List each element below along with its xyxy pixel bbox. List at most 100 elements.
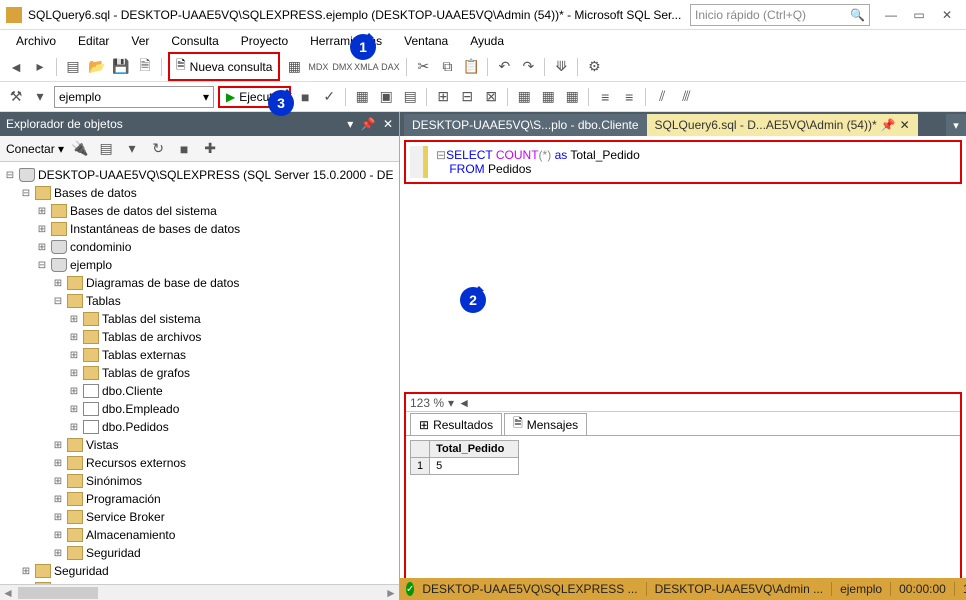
t4-icon[interactable]: ▦ xyxy=(514,87,534,107)
dax-icon[interactable]: DAX xyxy=(380,57,400,77)
redo-icon[interactable]: ↷ xyxy=(518,57,538,77)
save-all-icon[interactable]: 🗎 xyxy=(135,57,155,77)
tree-extres[interactable]: ⊞Recursos externos xyxy=(0,454,399,472)
tree-security-db[interactable]: ⊞Seguridad xyxy=(0,544,399,562)
tree-db-condominio[interactable]: ⊞condominio xyxy=(0,238,399,256)
comment-icon[interactable]: ⫽ xyxy=(652,87,672,107)
result-cell[interactable]: 5 xyxy=(430,458,519,475)
tree-table-pedidos[interactable]: ⊞dbo.Pedidos xyxy=(0,418,399,436)
close-panel-icon[interactable]: ✕ xyxy=(383,117,393,131)
dmx-icon[interactable]: DMX xyxy=(332,57,352,77)
tree-snapshots[interactable]: ⊞Instantáneas de bases de datos xyxy=(0,220,399,238)
nueva-consulta-button[interactable]: 🗎 Nueva consulta xyxy=(168,52,280,81)
new-icon[interactable]: ▤ xyxy=(63,57,83,77)
tree-storage[interactable]: ⊞Almacenamiento xyxy=(0,526,399,544)
tree-tables[interactable]: ⊟Tablas xyxy=(0,292,399,310)
mdx-icon[interactable]: MDX xyxy=(308,57,328,77)
tree-databases[interactable]: ⊟Bases de datos xyxy=(0,184,399,202)
sql-code[interactable]: ⊟SELECT COUNT(*) as Total_Pedido FROM Pe… xyxy=(428,146,648,178)
sync-icon[interactable]: ↻ xyxy=(148,139,168,159)
tree-servicebroker[interactable]: ⊞Service Broker xyxy=(0,508,399,526)
zoom-indicator[interactable]: 123 % ▾ ◄ xyxy=(406,394,960,412)
connection-icon[interactable]: ▾ xyxy=(30,87,50,107)
scroll-thumb[interactable] xyxy=(18,587,98,599)
grid3-icon[interactable]: ⊠ xyxy=(481,87,501,107)
tool2-icon[interactable]: ⟱ xyxy=(551,57,571,77)
tree-exttables[interactable]: ⊞Tablas externas xyxy=(0,346,399,364)
menu-ventana[interactable]: Ventana xyxy=(394,32,458,50)
open-icon[interactable]: 📂 xyxy=(87,57,107,77)
quick-launch-input[interactable]: Inicio rápido (Ctrl+Q) 🔍 xyxy=(690,4,870,26)
menu-consulta[interactable]: Consulta xyxy=(161,32,228,50)
plus-icon[interactable]: ✚ xyxy=(200,139,220,159)
uncomment-icon[interactable]: ⫻ xyxy=(676,87,696,107)
close-button[interactable]: ✕ xyxy=(934,4,960,26)
undo-icon[interactable]: ↶ xyxy=(494,57,514,77)
menu-editar[interactable]: Editar xyxy=(68,32,119,50)
paste-icon[interactable]: 📋 xyxy=(461,57,481,77)
plan-icon[interactable]: ▦ xyxy=(352,87,372,107)
menu-herramientas[interactable]: Herramientas xyxy=(300,32,392,50)
dropdown-icon[interactable]: ▾ xyxy=(347,117,353,131)
tree-sysdb[interactable]: ⊞Bases de datos del sistema xyxy=(0,202,399,220)
tree-security[interactable]: ⊞Seguridad xyxy=(0,562,399,580)
scroll-right-icon[interactable]: ► xyxy=(383,586,399,600)
plan2-icon[interactable]: ▣ xyxy=(376,87,396,107)
tree-server[interactable]: ⊟DESKTOP-UAAE5VQ\SQLEXPRESS (SQL Server … xyxy=(0,166,399,184)
sql-editor[interactable]: ⊟SELECT COUNT(*) as Total_Pedido FROM Pe… xyxy=(410,146,956,178)
pin-tab-icon[interactable]: 📌 xyxy=(881,118,896,132)
stop2-icon[interactable]: ■ xyxy=(174,139,194,159)
refresh-icon[interactable]: ▤ xyxy=(96,139,116,159)
filter-icon[interactable]: ▾ xyxy=(122,139,142,159)
outdent-icon[interactable]: ≡ xyxy=(619,87,639,107)
t6-icon[interactable]: ▦ xyxy=(562,87,582,107)
tree-graphtables[interactable]: ⊞Tablas de grafos xyxy=(0,364,399,382)
grid2-icon[interactable]: ⊟ xyxy=(457,87,477,107)
pin-icon[interactable]: 📌 xyxy=(361,117,376,131)
check-icon[interactable]: ✓ xyxy=(319,87,339,107)
tab-cliente[interactable]: DESKTOP-UAAE5VQ\S...plo - dbo.Cliente xyxy=(404,114,647,136)
menu-archivo[interactable]: Archivo xyxy=(6,32,66,50)
grid-icon[interactable]: ⊞ xyxy=(433,87,453,107)
forward-icon[interactable]: ▸ xyxy=(30,57,50,77)
hammer-icon[interactable]: ⚒ xyxy=(6,87,26,107)
tool-icon[interactable]: ▦ xyxy=(284,57,304,77)
results-grid[interactable]: Total_Pedido 15 xyxy=(406,436,960,479)
menu-ver[interactable]: Ver xyxy=(121,32,159,50)
tree-table-empleado[interactable]: ⊞dbo.Empleado xyxy=(0,400,399,418)
t5-icon[interactable]: ▦ xyxy=(538,87,558,107)
stop-icon[interactable]: ■ xyxy=(295,87,315,107)
menu-ayuda[interactable]: Ayuda xyxy=(460,32,514,50)
sidebar-scrollbar[interactable]: ◄ ► xyxy=(0,584,399,600)
tree[interactable]: ⊟DESKTOP-UAAE5VQ\SQLEXPRESS (SQL Server … xyxy=(0,162,399,584)
tab-mensajes[interactable]: 🗎Mensajes xyxy=(504,413,587,435)
restore-button[interactable]: ▭ xyxy=(906,4,932,26)
row-number[interactable]: 1 xyxy=(411,458,430,475)
copy-icon[interactable]: ⧉ xyxy=(437,57,457,77)
indent-icon[interactable]: ≡ xyxy=(595,87,615,107)
disconnect-icon[interactable]: 🔌 xyxy=(70,139,90,159)
tree-diagrams[interactable]: ⊞Diagramas de base de datos xyxy=(0,274,399,292)
tree-table-cliente[interactable]: ⊞dbo.Cliente xyxy=(0,382,399,400)
menu-proyecto[interactable]: Proyecto xyxy=(231,32,298,50)
back-icon[interactable]: ◄ xyxy=(6,57,26,77)
tree-views[interactable]: ⊞Vistas xyxy=(0,436,399,454)
save-icon[interactable]: 💾 xyxy=(111,57,131,77)
connect-button[interactable]: Conectar ▾ xyxy=(6,142,64,156)
database-selector[interactable]: ejemplo ▾ xyxy=(54,86,214,108)
tree-filetables[interactable]: ⊞Tablas de archivos xyxy=(0,328,399,346)
tree-synonyms[interactable]: ⊞Sinónimos xyxy=(0,472,399,490)
scroll-left-icon[interactable]: ◄ xyxy=(0,586,16,600)
tree-systables[interactable]: ⊞Tablas del sistema xyxy=(0,310,399,328)
column-header[interactable]: Total_Pedido xyxy=(430,441,519,458)
close-tab-icon[interactable]: ✕ xyxy=(900,118,910,132)
tab-sqlquery6[interactable]: SQLQuery6.sql - D...AE5VQ\Admin (54))*📌✕ xyxy=(647,114,918,136)
cut-icon[interactable]: ✂ xyxy=(413,57,433,77)
minimize-button[interactable]: — xyxy=(878,4,904,26)
tool3-icon[interactable]: ⚙ xyxy=(584,57,604,77)
tab-overflow[interactable]: ▾ xyxy=(946,114,966,136)
tab-resultados[interactable]: ⊞Resultados xyxy=(410,413,502,435)
tree-db-ejemplo[interactable]: ⊟ejemplo xyxy=(0,256,399,274)
plan3-icon[interactable]: ▤ xyxy=(400,87,420,107)
tree-programming[interactable]: ⊞Programación xyxy=(0,490,399,508)
